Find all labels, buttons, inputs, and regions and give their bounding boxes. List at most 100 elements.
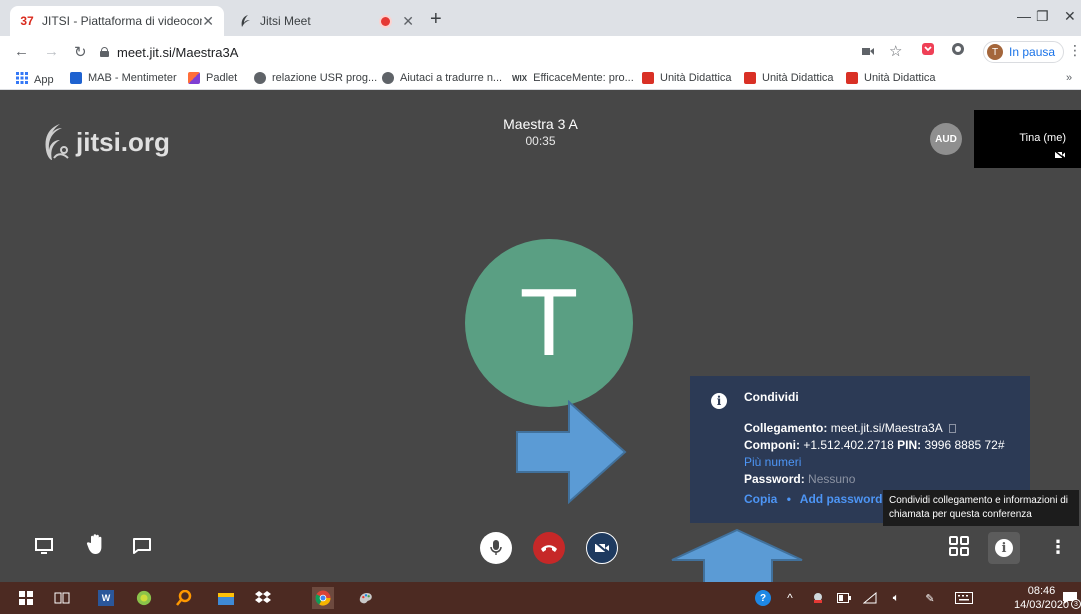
volume-icon[interactable]: 🔈︎ <box>888 590 904 606</box>
wifi-icon[interactable] <box>862 590 878 606</box>
info-icon: i <box>711 393 727 409</box>
info-circle-icon: i <box>995 539 1013 557</box>
microphone-icon <box>490 540 502 555</box>
conference-stage: jitsi.org Maestra 3 A 00:35 AUD Tina (me… <box>0 90 1081 582</box>
hangup-button[interactable] <box>533 532 565 564</box>
dial-label: Componi: <box>744 438 800 452</box>
password-value: Nessuno <box>808 472 856 486</box>
action-separator: • <box>786 492 791 506</box>
password-row: Password: Nessuno <box>744 471 1016 488</box>
clock-date: 14/03/2020 <box>1014 599 1070 611</box>
bookmark-label: Aiutaci a tradurre n... <box>400 72 503 84</box>
annotation-arrow-up <box>671 528 803 582</box>
self-name: Tina (me) <box>1019 132 1066 144</box>
tab-jitsi-piattaforma[interactable]: 37 JITSI - Piattaforma di videoconfer ✕ <box>10 6 224 36</box>
help-icon[interactable]: ? <box>755 590 771 606</box>
phone-hangup-icon <box>541 545 557 552</box>
more-numbers-link[interactable]: Più numeri <box>744 454 1016 471</box>
more-options-icon[interactable]: ⋮ <box>1049 537 1067 558</box>
windows-start-icon[interactable] <box>18 590 34 606</box>
keyboard-icon[interactable] <box>954 590 974 606</box>
link-value[interactable]: meet.jit.si/Maestra3A <box>831 421 942 435</box>
notification-count-badge: 3 <box>1071 599 1081 609</box>
info-tooltip: Condividi collegamento e informazioni di… <box>883 490 1079 526</box>
bookmark-efficacemente[interactable]: WIX EfficaceMente: pro... <box>512 72 634 84</box>
tab-close-icon[interactable]: ✕ <box>402 13 414 30</box>
tab-title: Jitsi Meet <box>260 14 311 28</box>
local-video-thumbnail[interactable]: Tina (me) <box>974 110 1081 168</box>
file-explorer-icon[interactable] <box>218 590 234 606</box>
extension-circle-icon[interactable] <box>951 42 965 59</box>
bookmark-label: Unità Didattica <box>864 72 936 84</box>
avatar: T <box>987 44 1003 60</box>
copy-link-button[interactable]: Copia <box>744 492 777 506</box>
video-off-icon <box>1055 151 1065 159</box>
raise-hand-icon[interactable] <box>86 533 106 558</box>
bookmark-unita-didattica-2[interactable]: Unità Didattica <box>744 72 834 84</box>
recording-indicator-icon <box>381 16 391 26</box>
window-close-icon[interactable]: ✕ <box>1064 8 1076 25</box>
search-icon[interactable] <box>176 590 192 606</box>
bookmark-star-icon[interactable]: ☆ <box>889 42 902 60</box>
minimize-icon[interactable]: — <box>1017 8 1031 24</box>
tab-close-icon[interactable]: ✕ <box>202 13 214 30</box>
camera-in-use-icon[interactable] <box>862 44 874 59</box>
panel-actions: Copia • Add password <box>744 492 882 506</box>
participant-avatar: T <box>465 239 633 407</box>
globe-icon <box>382 72 394 84</box>
annotation-arrow-right <box>516 400 627 504</box>
reload-icon[interactable]: ↻ <box>74 43 87 61</box>
bookmark-padlet[interactable]: Padlet <box>188 72 237 84</box>
bookmark-label: Padlet <box>206 72 238 84</box>
new-tab-icon[interactable]: + <box>430 8 442 31</box>
battery-icon[interactable] <box>836 590 852 606</box>
remote-participant-badge[interactable]: AUD <box>930 123 962 155</box>
wix-icon: WIX <box>512 73 528 83</box>
forward-icon[interactable]: → <box>44 43 59 60</box>
tray-app-icon[interactable] <box>810 590 826 606</box>
bookmark-label: EfficaceMente: pro... <box>533 72 634 84</box>
tile-view-icon[interactable] <box>949 536 969 559</box>
bookmark-mentimeter[interactable]: MAB - Mentimeter <box>70 72 177 84</box>
word-icon[interactable]: W <box>98 590 114 606</box>
chrome-icon[interactable] <box>312 587 334 609</box>
add-password-button[interactable]: Add password <box>800 492 883 506</box>
extension-pocket-icon[interactable] <box>921 42 935 59</box>
panel-title: Condividi <box>744 390 799 404</box>
tray-expand-icon[interactable]: ^ <box>782 590 798 606</box>
more-bookmarks-icon[interactable]: » <box>1066 72 1072 84</box>
microphone-button[interactable] <box>480 532 512 564</box>
system-clock[interactable]: 08:46 14/03/2020 <box>1014 584 1069 612</box>
slides-icon <box>642 72 654 84</box>
bookmark-app[interactable]: App <box>16 72 54 87</box>
meeting-timer: 00:35 <box>525 134 556 148</box>
dial-value: +1.512.402.2718 <box>803 438 894 452</box>
tab-jitsi-meet[interactable]: Jitsi Meet ✕ <box>228 6 424 36</box>
back-icon[interactable]: ← <box>14 43 29 60</box>
screen-share-icon[interactable] <box>34 537 54 558</box>
camera-button[interactable] <box>586 532 618 564</box>
pin-value: 3996 8885 72# <box>924 438 1005 452</box>
tab-title: JITSI - Piattaforma di videoconfer <box>42 14 202 28</box>
chat-icon[interactable] <box>132 537 152 558</box>
browser-menu-icon[interactable]: ⋮ <box>1068 42 1081 59</box>
windows-taskbar: W ? ^ 🔈︎ ✎ 08:46 14/03/2020 3 <box>0 582 1081 614</box>
bookmark-unita-didattica-3[interactable]: Unità Didattica <box>846 72 936 84</box>
slides-icon <box>846 72 858 84</box>
dropbox-icon[interactable] <box>255 590 271 606</box>
notifications-icon[interactable]: 3 <box>1062 590 1081 609</box>
address-bar[interactable]: meet.jit.si/Maestra3A <box>100 40 850 64</box>
profile-button[interactable]: T In pausa <box>983 41 1065 63</box>
copy-icon[interactable] <box>949 424 957 433</box>
bookmark-relazione[interactable]: relazione USR prog... <box>254 72 377 84</box>
restore-icon[interactable]: ❐ <box>1036 8 1049 25</box>
meeting-title: Maestra 3 A <box>503 116 578 132</box>
app-green-icon[interactable] <box>136 590 152 606</box>
task-view-icon[interactable] <box>54 590 70 606</box>
bookmark-unita-didattica-1[interactable]: Unità Didattica <box>642 72 732 84</box>
bookmark-aiutaci[interactable]: Aiutaci a tradurre n... <box>382 72 502 84</box>
pen-icon[interactable]: ✎ <box>922 590 938 606</box>
bookmark-label: MAB - Mentimeter <box>88 72 177 84</box>
paint-icon[interactable] <box>358 590 374 606</box>
info-button[interactable]: i <box>988 532 1020 564</box>
